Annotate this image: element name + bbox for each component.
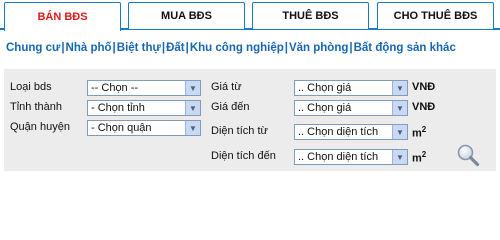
price-from-select[interactable]: .. Chọn giá ▼	[294, 80, 408, 96]
district-select-value: - Chọn quận	[91, 122, 152, 134]
tab-cho-thue-bds[interactable]: CHO THUÊ BĐS	[377, 2, 494, 29]
district-label: Quận huyện	[10, 121, 70, 133]
district-select[interactable]: - Chọn quận ▼	[87, 120, 201, 136]
area-unit-base: m	[412, 152, 422, 165]
category-link-chung-cu[interactable]: Chung cư	[6, 42, 60, 54]
tab-ban-bds[interactable]: BÁN BĐS	[4, 2, 121, 31]
province-select[interactable]: - Chọn tỉnh ▼	[87, 100, 201, 116]
category-link-bat-dong-san-khac[interactable]: Bất động sản khác	[354, 42, 456, 54]
chevron-down-icon: ▼	[392, 101, 407, 115]
chevron-down-icon: ▼	[185, 101, 200, 115]
price-to-select[interactable]: .. Chọn giá ▼	[294, 100, 408, 116]
area-unit-base: m	[412, 127, 422, 140]
price-to-select-value: .. Chọn giá	[298, 102, 352, 114]
category-link-biet-thu[interactable]: Biệt thự	[117, 42, 161, 54]
type-label: Loại bds	[10, 81, 52, 93]
currency-unit: VNĐ	[412, 81, 436, 93]
area-unit: m2	[412, 150, 426, 165]
price-from-label: Giá từ	[211, 81, 242, 93]
search-button[interactable]	[456, 143, 480, 167]
area-to-label: Diện tích đến	[211, 150, 276, 162]
area-to-select-value: .. Chọn diện tích	[298, 151, 379, 163]
area-unit-exponent: 2	[421, 125, 427, 134]
chevron-down-icon: ▼	[392, 125, 407, 139]
price-from-select-value: .. Chọn giá	[298, 82, 352, 94]
chevron-down-icon: ▼	[185, 121, 200, 135]
area-to-select[interactable]: .. Chọn diện tích ▼	[294, 149, 408, 165]
chevron-down-icon: ▼	[392, 81, 407, 95]
tab-label: MUA BĐS	[161, 10, 212, 22]
search-form: Loại bds -- Chọn -- ▼ Tỉnh thành - Chọn …	[4, 69, 496, 171]
type-select[interactable]: -- Chọn -- ▼	[87, 80, 201, 96]
type-select-value: -- Chọn --	[91, 82, 139, 94]
category-link-van-phong[interactable]: Văn phòng	[289, 42, 348, 54]
area-from-label: Diện tích từ	[211, 125, 268, 137]
area-from-select[interactable]: .. Chọn diện tích ▼	[294, 124, 408, 140]
price-to-label: Giá đến	[211, 101, 250, 113]
magnifier-icon	[457, 144, 480, 167]
category-links: Chung cư|Nhà phố|Biệt thự|Đất|Khu công n…	[6, 42, 456, 54]
chevron-down-icon: ▼	[392, 150, 407, 164]
category-link-nha-pho[interactable]: Nhà phố	[66, 42, 112, 54]
province-label: Tỉnh thành	[10, 101, 62, 113]
tab-label: THUÊ BĐS	[282, 10, 339, 22]
area-unit-exponent: 2	[421, 150, 427, 159]
tab-label: BÁN BĐS	[37, 11, 88, 23]
tab-bar: BÁN BĐS MUA BĐS THUÊ BĐS CHO THUÊ BĐS	[0, 0, 500, 31]
province-select-value: - Chọn tỉnh	[91, 102, 145, 114]
chevron-down-icon: ▼	[185, 81, 200, 95]
tab-thue-bds[interactable]: THUÊ BĐS	[252, 2, 369, 29]
tab-label: CHO THUÊ BĐS	[393, 10, 478, 22]
tab-mua-bds[interactable]: MUA BĐS	[128, 2, 245, 29]
category-link-khu-cong-nghiep[interactable]: Khu công nghiệp	[190, 42, 284, 54]
category-link-dat[interactable]: Đất	[166, 42, 185, 54]
currency-unit: VNĐ	[412, 101, 436, 113]
area-from-select-value: .. Chọn diện tích	[298, 126, 379, 138]
area-unit: m2	[412, 125, 426, 140]
